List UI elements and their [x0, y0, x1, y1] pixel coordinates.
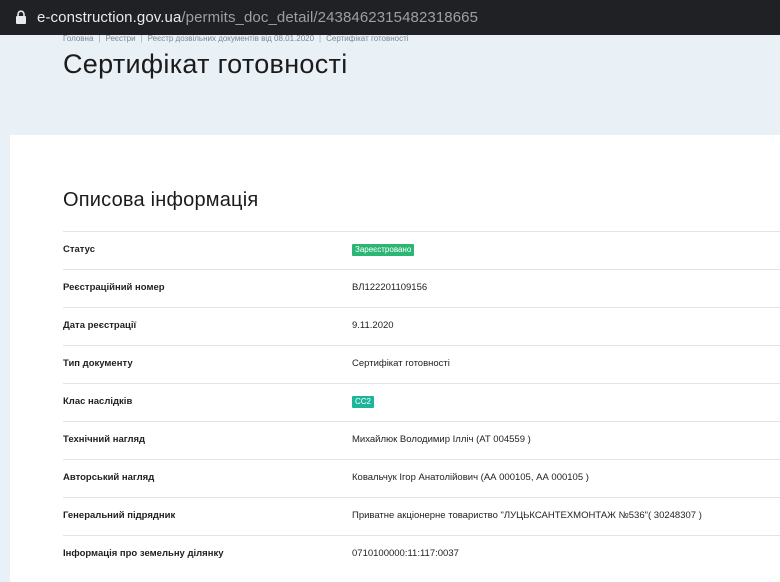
breadcrumb-home[interactable]: Головна: [63, 34, 93, 43]
breadcrumb-separator: |: [140, 34, 143, 43]
main-content: Описова інформація Статус Зареєстровано …: [10, 135, 780, 582]
table-row: Тип документу Сертифікат готовності: [63, 345, 780, 383]
url-domain: e-construction.gov.ua: [37, 9, 182, 26]
breadcrumb: Головна | Реєстри | Реєстр дозвільних до…: [63, 34, 409, 43]
breadcrumb-registries[interactable]: Реєстри: [105, 34, 135, 43]
row-value: 0710100000:11:117:0037: [352, 548, 459, 559]
consequence-class-badge: СС2: [352, 396, 375, 408]
breadcrumb-separator: |: [319, 34, 322, 43]
row-label: Клас наслідків: [63, 396, 133, 407]
table-row: Статус Зареєстровано: [63, 231, 780, 269]
table-row: Інформація про земельну ділянку 07101000…: [63, 535, 780, 573]
row-value: Приватне акціонерне товариство "ЛУЦЬКСАН…: [352, 510, 702, 521]
table-row: Дата реєстрації 9.11.2020: [63, 307, 780, 345]
page-header: Головна | Реєстри | Реєстр дозвільних до…: [10, 34, 780, 135]
breadcrumb-current: Сертифікат готовності: [326, 34, 409, 43]
row-label: Статус: [63, 244, 96, 255]
row-label: Технічний нагляд: [63, 434, 146, 445]
table-row: Реєстраційний номер ВЛ122201109156: [63, 269, 780, 307]
url-text[interactable]: e-construction.gov.ua/permits_doc_detail…: [37, 9, 478, 26]
lock-icon[interactable]: [14, 10, 28, 26]
row-value: Михайлюк Володимир Ілліч (АТ 004559 ): [352, 434, 531, 445]
row-value: Зареєстровано: [352, 244, 415, 256]
breadcrumb-permits-registry[interactable]: Реєстр дозвільних документів від 08.01.2…: [148, 34, 314, 43]
row-label: Тип документу: [63, 358, 133, 369]
breadcrumb-separator: |: [98, 34, 101, 43]
table-row: Авторський нагляд Ковальчук Ігор Анатолі…: [63, 459, 780, 497]
row-label: Реєстраційний номер: [63, 282, 165, 293]
section-title: Описова інформація: [63, 189, 259, 211]
info-table: Статус Зареєстровано Реєстраційний номер…: [63, 231, 780, 573]
row-value: ВЛ122201109156: [352, 282, 428, 293]
row-label: Авторський нагляд: [63, 472, 155, 483]
status-badge: Зареєстровано: [352, 244, 415, 256]
row-value: Ковальчук Ігор Анатолійович (АА 000105, …: [352, 472, 589, 483]
row-value: 9.11.2020: [352, 320, 394, 331]
table-row: Технічний нагляд Михайлюк Володимир Іллі…: [63, 421, 780, 459]
browser-address-bar[interactable]: e-construction.gov.ua/permits_doc_detail…: [0, 0, 780, 35]
row-label: Інформація про земельну ділянку: [63, 548, 224, 559]
row-label: Дата реєстрації: [63, 320, 137, 331]
row-value: СС2: [352, 396, 375, 408]
row-value: Сертифікат готовності: [352, 358, 450, 369]
table-row: Генеральний підрядник Приватне акціонерн…: [63, 497, 780, 535]
url-path: /permits_doc_detail/2438462315482318665: [181, 9, 479, 26]
row-label: Генеральний підрядник: [63, 510, 176, 521]
table-row: Клас наслідків СС2: [63, 383, 780, 421]
page-title: Сертифікат готовності: [63, 49, 348, 79]
